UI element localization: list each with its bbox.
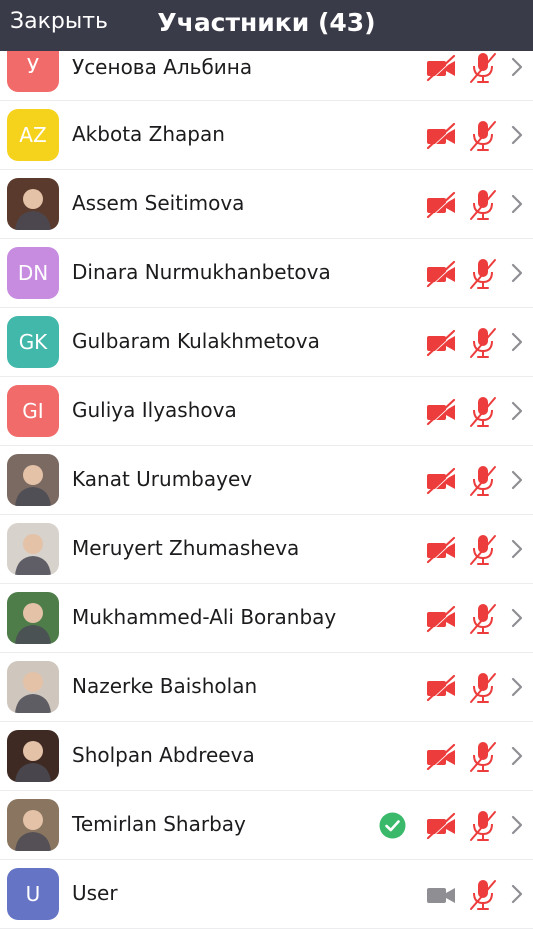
- avatar-photo: [7, 592, 59, 644]
- microphone-muted-icon[interactable]: [468, 188, 498, 221]
- chevron-right-icon[interactable]: [509, 262, 525, 284]
- avatar-photo: [7, 178, 59, 230]
- video-off-icon[interactable]: [425, 397, 457, 427]
- participant-name: Guliya Ilyashova: [72, 398, 237, 422]
- avatar-initials: GI: [22, 399, 44, 423]
- microphone-muted-icon[interactable]: [468, 602, 498, 635]
- avatar: AZ: [7, 109, 59, 161]
- video-off-icon[interactable]: [425, 259, 457, 289]
- microphone-muted-icon[interactable]: [468, 119, 498, 152]
- video-off-icon[interactable]: [425, 328, 457, 358]
- avatar: GI: [7, 385, 59, 437]
- microphone-muted-icon[interactable]: [468, 740, 498, 773]
- avatar-photo: [7, 799, 59, 851]
- avatar-photo: [7, 661, 59, 713]
- participant-name: Assem Seitimova: [72, 191, 245, 215]
- avatar: GK: [7, 316, 59, 368]
- participant-name: User: [72, 881, 118, 905]
- participant-row[interactable]: У Усенова Альбина: [0, 51, 533, 101]
- microphone-muted-icon[interactable]: [468, 533, 498, 566]
- avatar-photo: [7, 523, 59, 575]
- page-title: Участники (43): [157, 8, 376, 37]
- participant-row[interactable]: Meruyert Zhumasheva: [0, 515, 533, 584]
- participant-name: Sholpan Abdreeva: [72, 743, 255, 767]
- participant-name: Akbota Zhapan: [72, 122, 225, 146]
- microphone-muted-icon[interactable]: [468, 671, 498, 704]
- microphone-muted-icon[interactable]: [468, 395, 498, 428]
- participant-name: Nazerke Baisholan: [72, 674, 258, 698]
- avatar: DN: [7, 247, 59, 299]
- video-off-icon[interactable]: [425, 53, 457, 83]
- participant-row[interactable]: Temirlan Sharbay: [0, 791, 533, 860]
- participant-row[interactable]: Kanat Urumbayev: [0, 446, 533, 515]
- video-off-icon[interactable]: [425, 535, 457, 565]
- participant-row[interactable]: GI Guliya Ilyashova: [0, 377, 533, 446]
- participants-list[interactable]: У Усенова Альбина AZ Akbota Zhapan Assem Sei…: [0, 51, 533, 929]
- avatar-initials: У: [26, 54, 40, 78]
- video-off-icon[interactable]: [425, 604, 457, 634]
- participant-row[interactable]: DN Dinara Nurmukhanbetova: [0, 239, 533, 308]
- check-icon: [379, 812, 406, 839]
- avatar: U: [7, 868, 59, 920]
- avatar-initials: AZ: [19, 123, 47, 147]
- chevron-right-icon[interactable]: [509, 883, 525, 905]
- participant-row[interactable]: U User: [0, 860, 533, 929]
- video-off-icon[interactable]: [425, 673, 457, 703]
- participant-name: Gulbaram Kulakhmetova: [72, 329, 320, 353]
- participant-name: Усенова Альбина: [72, 55, 253, 79]
- chevron-right-icon[interactable]: [509, 193, 525, 215]
- participant-row[interactable]: Mukhammed-Ali Boranbay: [0, 584, 533, 653]
- chevron-right-icon[interactable]: [509, 124, 525, 146]
- top-bar: Закрыть Участники (43): [0, 0, 533, 51]
- chevron-right-icon[interactable]: [509, 745, 525, 767]
- microphone-muted-icon[interactable]: [468, 257, 498, 290]
- video-off-icon[interactable]: [425, 190, 457, 220]
- avatar: У: [7, 51, 59, 92]
- participant-name: Meruyert Zhumasheva: [72, 536, 300, 560]
- chevron-right-icon[interactable]: [509, 469, 525, 491]
- video-off-icon[interactable]: [425, 811, 457, 841]
- microphone-muted-icon[interactable]: [468, 326, 498, 359]
- chevron-right-icon[interactable]: [509, 607, 525, 629]
- participant-row[interactable]: Nazerke Baisholan: [0, 653, 533, 722]
- participant-row[interactable]: AZ Akbota Zhapan: [0, 101, 533, 170]
- microphone-muted-icon[interactable]: [468, 809, 498, 842]
- participant-row[interactable]: Sholpan Abdreeva: [0, 722, 533, 791]
- chevron-right-icon[interactable]: [509, 56, 525, 78]
- microphone-muted-icon[interactable]: [468, 878, 498, 911]
- avatar-initials: GK: [18, 330, 48, 354]
- chevron-right-icon[interactable]: [509, 538, 525, 560]
- video-camera-icon[interactable]: [425, 880, 457, 910]
- chevron-right-icon[interactable]: [509, 400, 525, 422]
- avatar-photo: [7, 454, 59, 506]
- participant-row[interactable]: Assem Seitimova: [0, 170, 533, 239]
- video-off-icon[interactable]: [425, 466, 457, 496]
- avatar-photo: [7, 730, 59, 782]
- participant-name: Kanat Urumbayev: [72, 467, 253, 491]
- video-off-icon[interactable]: [425, 742, 457, 772]
- participant-name: Mukhammed-Ali Boranbay: [72, 605, 337, 629]
- participant-row[interactable]: GK Gulbaram Kulakhmetova: [0, 308, 533, 377]
- chevron-right-icon[interactable]: [509, 331, 525, 353]
- avatar-initials: DN: [17, 261, 49, 285]
- chevron-right-icon[interactable]: [509, 676, 525, 698]
- microphone-muted-icon[interactable]: [468, 51, 498, 84]
- participant-name: Dinara Nurmukhanbetova: [72, 260, 331, 284]
- video-off-icon[interactable]: [425, 121, 457, 151]
- microphone-muted-icon[interactable]: [468, 464, 498, 497]
- participant-name: Temirlan Sharbay: [72, 812, 246, 836]
- avatar-initials: U: [25, 882, 41, 906]
- chevron-right-icon[interactable]: [509, 814, 525, 836]
